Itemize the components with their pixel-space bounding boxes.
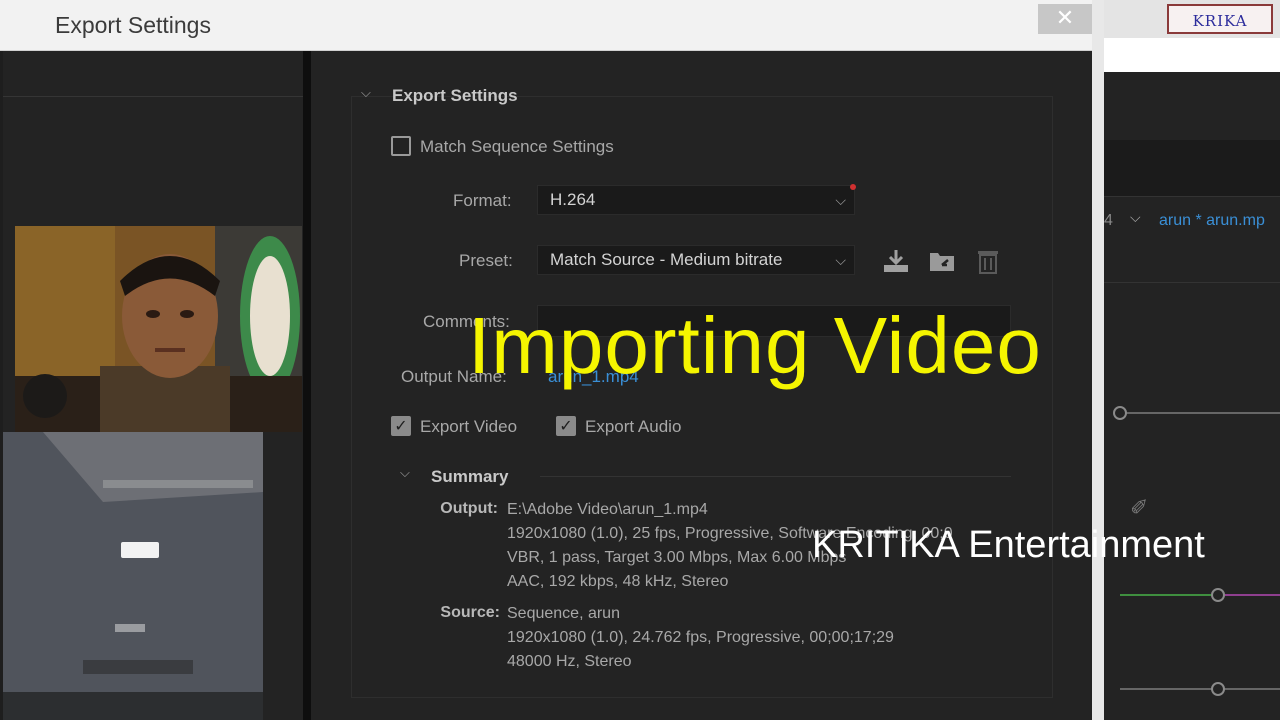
export-settings-header[interactable]: Export Settings xyxy=(392,86,518,106)
format-value: H.264 xyxy=(550,190,596,209)
export-video-checkbox[interactable]: ✓ xyxy=(391,416,411,436)
sequence-tab-bar xyxy=(1104,140,1280,197)
format-dropdown[interactable]: H.264 ⌵ xyxy=(537,185,855,215)
window-frame-edge xyxy=(1092,0,1104,720)
color-slider-knob[interactable] xyxy=(1211,588,1225,602)
eyedropper-icon[interactable]: ✐ xyxy=(1130,496,1148,521)
format-label: Format: xyxy=(453,191,512,210)
green-slider-track xyxy=(1120,594,1220,596)
chevron-down-icon: ⌵ xyxy=(835,192,846,208)
slider-track-2 xyxy=(1120,688,1280,690)
import-preset-icon[interactable] xyxy=(928,249,956,277)
slider-knob[interactable] xyxy=(1113,406,1127,420)
chevron-down-icon[interactable]: ⌵ xyxy=(361,86,371,101)
webcam-presenter xyxy=(15,226,302,432)
match-sequence-checkbox[interactable] xyxy=(391,136,411,156)
overlay-credit: KRITIKA Entertainment xyxy=(812,524,1205,566)
sequence-tab-label[interactable]: arun * arun.mp xyxy=(1159,212,1265,230)
chevron-down-icon: ⌵ xyxy=(835,252,846,268)
overlay-title: Importing Video xyxy=(468,301,1042,390)
chevron-down-icon[interactable]: ⌵ xyxy=(1130,210,1141,226)
summary-output-label: Output: xyxy=(440,500,498,517)
summary-source-lines: Sequence, arun 1920x1080 (1.0), 24.762 f… xyxy=(507,602,894,674)
preset-label: Preset: xyxy=(459,251,513,270)
summary-output-line: AAC, 192 kbps, 48 kHz, Stereo xyxy=(507,573,729,590)
panel-divider xyxy=(1104,282,1280,283)
match-sequence-label: Match Sequence Settings xyxy=(420,137,614,156)
preset-dropdown[interactable]: Match Source - Medium bitrate ⌵ xyxy=(537,245,855,275)
export-video-label: Export Video xyxy=(420,417,518,436)
summary-source-line: Sequence, arun xyxy=(507,605,620,622)
summary-source-line: 48000 Hz, Stereo xyxy=(507,653,632,670)
slider-knob-2[interactable] xyxy=(1211,682,1225,696)
preset-value: Match Source - Medium bitrate xyxy=(550,250,783,269)
close-button[interactable]: ✕ xyxy=(1038,4,1092,34)
dialog-title: Export Settings xyxy=(55,12,211,38)
slider-track xyxy=(1124,412,1280,414)
panel-splitter[interactable] xyxy=(303,51,311,720)
export-audio-label: Export Audio xyxy=(585,417,682,436)
magenta-slider-track xyxy=(1220,594,1280,596)
export-audio-checkbox[interactable]: ✓ xyxy=(556,416,576,436)
summary-header[interactable]: Summary xyxy=(431,467,508,487)
summary-source-line: 1920x1080 (1.0), 24.762 fps, Progressive… xyxy=(507,629,894,646)
trash-icon[interactable] xyxy=(977,248,999,278)
summary-output-line: E:\Adobe Video\arun_1.mp4 xyxy=(507,501,708,518)
summary-source-label: Source: xyxy=(440,604,500,621)
webcam-room-view xyxy=(3,432,263,720)
source-panel-divider xyxy=(3,96,303,97)
kritika-logo: KRIKA xyxy=(1167,4,1273,34)
save-preset-icon[interactable] xyxy=(882,248,910,278)
chevron-down-icon[interactable]: ⌵ xyxy=(400,466,410,481)
cursor-marker xyxy=(850,184,856,190)
summary-divider xyxy=(540,476,1011,477)
sequence-number: 4 xyxy=(1104,212,1113,229)
